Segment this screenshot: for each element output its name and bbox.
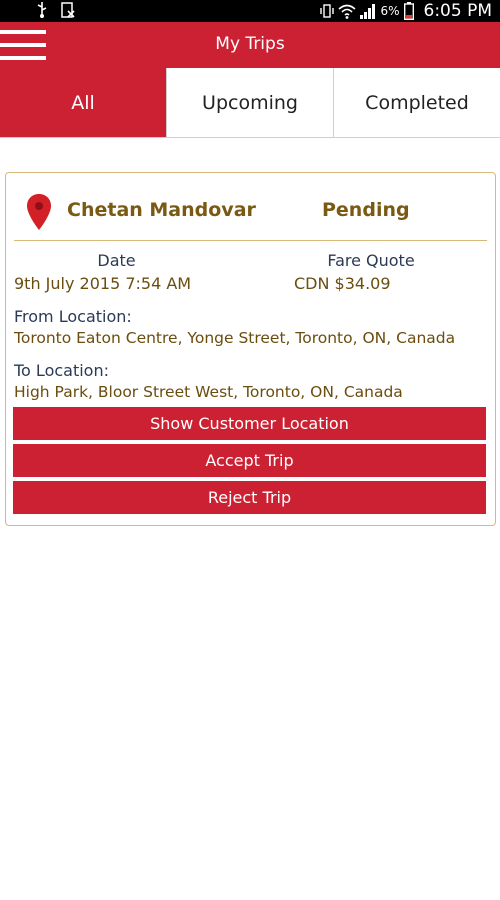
reject-trip-button[interactable]: Reject Trip <box>13 481 486 514</box>
fare-label: Fare Quote <box>327 251 415 270</box>
trip-card-header: Chetan Mandovar Pending <box>14 173 487 241</box>
trip-filter-tabs: All Upcoming Completed <box>0 68 500 138</box>
usb-icon <box>37 2 47 18</box>
page-title: My Trips <box>215 34 285 54</box>
date-value: 9th July 2015 7:54 AM <box>14 274 192 293</box>
trip-status: Pending <box>322 199 410 221</box>
tab-all[interactable]: All <box>0 68 166 137</box>
no-sim-icon <box>61 2 75 18</box>
signal-icon <box>360 4 376 19</box>
accept-trip-button[interactable]: Accept Trip <box>13 444 486 477</box>
to-location-value: High Park, Bloor Street West, Toronto, O… <box>14 383 403 401</box>
to-location-section: To Location: High Park, Bloor Street Wes… <box>14 361 403 401</box>
tab-completed[interactable]: Completed <box>333 68 500 137</box>
customer-name: Chetan Mandovar <box>67 199 256 221</box>
battery-icon <box>403 2 414 20</box>
from-location-label: From Location: <box>14 307 132 326</box>
from-location-section: From Location: Toronto Eaton Centre, Yon… <box>14 307 455 347</box>
location-pin-icon <box>27 194 51 230</box>
show-customer-location-button[interactable]: Show Customer Location <box>13 407 486 440</box>
fare-value: CDN $34.09 <box>294 274 391 293</box>
trip-card: Chetan Mandovar Pending Date 9th July 20… <box>5 172 496 526</box>
date-section: Date 9th July 2015 7:54 AM <box>14 251 219 293</box>
clock: 6:05 PM <box>423 1 493 21</box>
wifi-icon <box>338 4 356 19</box>
vibrate-icon <box>320 4 335 18</box>
fare-section: Fare Quote CDN $34.09 <box>276 251 466 293</box>
status-system: 6% 6:05 PM <box>320 1 492 21</box>
from-location-value: Toronto Eaton Centre, Yonge Street, Toro… <box>14 329 456 347</box>
app-bar: My Trips <box>0 22 500 68</box>
to-location-label: To Location: <box>14 361 109 380</box>
date-label: Date <box>97 251 136 270</box>
tab-upcoming[interactable]: Upcoming <box>166 68 333 137</box>
status-bar: 6% 6:05 PM <box>0 0 500 22</box>
battery-percent: 6% <box>380 4 400 18</box>
status-notifications <box>36 2 76 18</box>
